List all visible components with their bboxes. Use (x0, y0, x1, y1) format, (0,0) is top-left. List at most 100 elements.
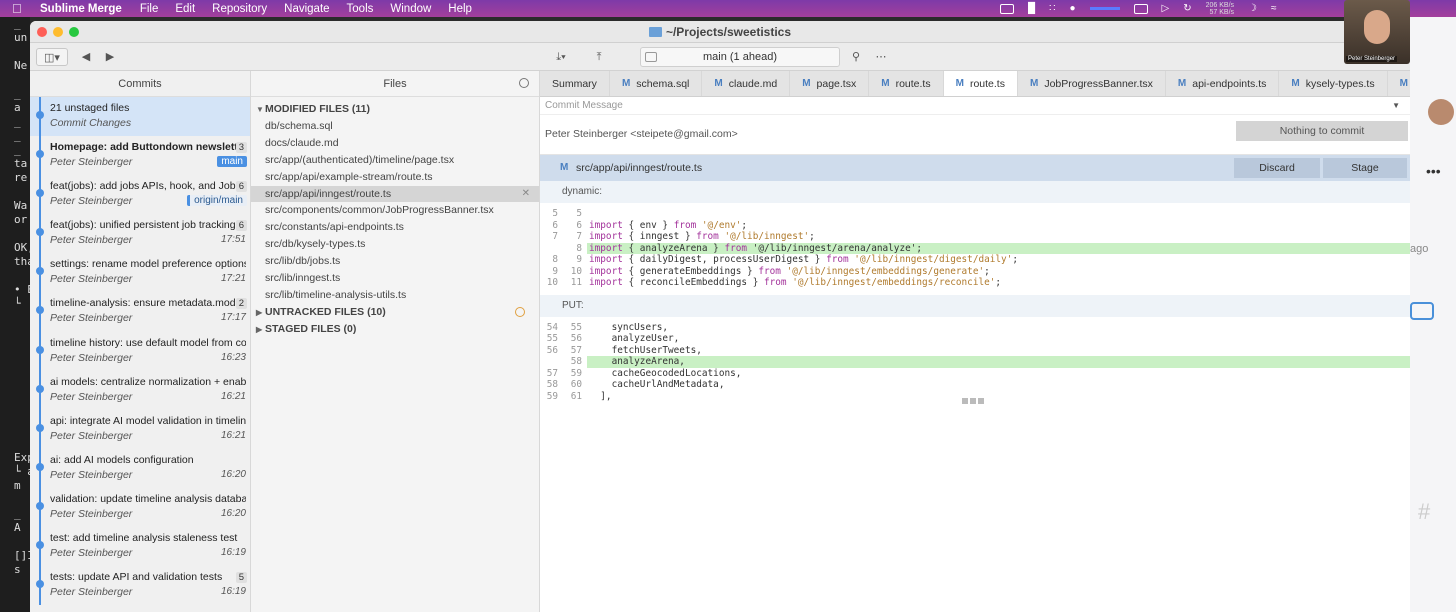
commit-row[interactable]: timeline history: use default model from… (30, 331, 250, 371)
pull-button[interactable]: ⤓▾ (550, 48, 572, 66)
file-row[interactable]: src/lib/db/jobs.ts (251, 253, 539, 270)
commit-row[interactable]: feat(jobs): add jobs APIs, hook, and Job… (30, 175, 250, 215)
menu-window[interactable]: Window (390, 3, 431, 15)
file-path: src/app/(authenticated)/timeline/page.ts… (265, 153, 455, 166)
dot-icon[interactable]: ● (1069, 3, 1075, 14)
more-options-icon[interactable]: ⋯ (872, 48, 890, 66)
refresh-icon[interactable]: ↻ (1183, 3, 1191, 14)
code-text: ], (589, 391, 611, 403)
commit-row[interactable]: api: integrate AI model validation in ti… (30, 409, 250, 449)
commit-message: test: add timeline analysis staleness te… (50, 532, 238, 545)
tab-schema-sql[interactable]: Mschema.sql (610, 71, 703, 96)
untracked-files-header[interactable]: ▶ UNTRACKED FILES (10) (251, 304, 539, 321)
menu-app-name[interactable]: Sublime Merge (40, 3, 122, 15)
commit-row[interactable]: settings: rename model preference option… (30, 253, 250, 293)
commit-row[interactable]: ai: add AI models configuration Peter Ste… (30, 448, 250, 488)
tab-kysely-types-ts[interactable]: Mkysely-types.ts (1279, 71, 1388, 96)
commit-row[interactable]: validation: update timeline analysis dat… (30, 487, 250, 528)
wifi-icon[interactable]: ≈ (1271, 3, 1277, 14)
file-row[interactable]: src/app/api/example-stream/route.ts (251, 169, 539, 186)
sublime-merge-window: ~/Projects/sweetistics ◫▾ ◀ ▶ ⤓▾ ⤒ main … (30, 21, 1410, 612)
screen-mirror-icon[interactable] (1000, 3, 1014, 14)
modified-marker: M (955, 78, 964, 89)
commit-message-input[interactable]: Commit Message ▼ (540, 97, 1410, 115)
tab-jobprogressbanner-tsx[interactable]: M JobProgressBanner.tsx (1018, 71, 1166, 96)
commit-row[interactable]: tests: update API and validation tests Pe… (30, 566, 250, 606)
branch-badge[interactable]: origin/main (187, 195, 247, 207)
discard-button[interactable]: Discard (1234, 158, 1320, 178)
background-window-right: ••• ago # (1410, 17, 1456, 612)
moon-icon[interactable]: ☽ (1248, 3, 1257, 14)
toggle-sidebar-button[interactable]: ◫▾ (36, 48, 68, 66)
commit-row[interactable]: Homepage: add Buttondown newsletter Peter… (30, 136, 250, 176)
push-button[interactable]: ⤒ (590, 48, 608, 66)
tab-claude-md[interactable]: Mclaude.md (702, 71, 791, 96)
code-token: { dailyDigest, processUserDigest } (622, 254, 827, 265)
menu-file[interactable]: File (140, 3, 159, 15)
tab-summary[interactable]: Summary (540, 71, 610, 96)
grid-icon[interactable]: ∷ (1049, 3, 1055, 14)
tab-label: route.ts (895, 78, 931, 90)
terminal-line: └ (14, 297, 21, 310)
commit-node-icon (36, 580, 44, 589)
code-text: analyzeUser, (589, 333, 680, 345)
tab-api-endpoints-ts[interactable]: Mapi-endpoints.ts (1166, 71, 1280, 96)
file-row[interactable]: docs/claude.md (251, 135, 539, 152)
file-row[interactable]: src/components/common/JobProgressBanner.… (251, 202, 539, 219)
commit-row[interactable]: feat(jobs): unified persistent job track… (30, 214, 250, 254)
branch-selector[interactable]: main (1 ahead) (640, 47, 840, 67)
stats-icon[interactable]: █ (1028, 3, 1035, 14)
file-row[interactable]: src/lib/timeline-analysis-utils.ts (251, 287, 539, 304)
files-panel: Files ▼ MODIFIED FILES (11) db/schema.sql… (251, 71, 540, 612)
old-line-number: 6 (552, 219, 558, 231)
old-line-number: 59 (546, 390, 558, 402)
search-icon[interactable] (519, 78, 529, 88)
search-icon[interactable]: ⚲ (847, 48, 865, 66)
commit-row[interactable]: 21 unstaged files Commit Changes (30, 97, 250, 137)
apple-icon[interactable]:  (12, 1, 26, 16)
commit-row[interactable]: ai models: centralize normalization + en… (30, 370, 250, 410)
menu-navigate[interactable]: Navigate (284, 3, 329, 15)
commit-node-icon (36, 345, 44, 354)
commit-list: 21 unstaged files Commit Changes Homepage:… (30, 97, 250, 606)
file-row[interactable]: src/constants/api-endpoints.ts (251, 219, 539, 236)
menu-edit[interactable]: Edit (175, 3, 195, 15)
chevron-down-icon[interactable]: ▼ (1392, 97, 1400, 115)
new-line-number: 5 (576, 208, 582, 219)
commit-row[interactable]: test: add timeline analysis staleness te… (30, 527, 250, 567)
files-header-label: Files (383, 78, 407, 90)
file-row[interactable]: db/schema.sql (251, 118, 539, 135)
file-row[interactable]: src/app/api/inngest/route.ts ✕ (251, 185, 539, 203)
commit-row[interactable]: timeline-analysis: ensure metadata.model… (30, 292, 250, 332)
menu-tools[interactable]: Tools (347, 3, 374, 15)
terminal-line: or (14, 213, 28, 226)
close-icon[interactable]: ✕ (522, 186, 530, 203)
code-token: '@/lib/inngest/embeddings/generate' (780, 265, 985, 277)
file-row[interactable]: src/lib/inngest.ts (251, 270, 539, 287)
staged-files-header[interactable]: ▶ STAGED FILES (0) (251, 321, 539, 338)
file-row[interactable]: src/db/kysely-types.ts (251, 236, 539, 253)
expand-context-icon[interactable] (962, 398, 984, 404)
play-icon[interactable]: ▷ (1162, 3, 1170, 14)
tab-route-ts[interactable]: Mroute.ts (943, 71, 1018, 96)
battery-icon[interactable] (1133, 3, 1148, 14)
commit-time: 16:19 (220, 547, 246, 559)
commit-message: tests: update API and validation tests (50, 571, 223, 584)
tab-page-tsx[interactable]: Mpage.tsx (790, 71, 870, 96)
code-text: import { dailyDigest, processUserDigest … (589, 254, 1018, 266)
forward-button[interactable]: ▶ (102, 48, 118, 66)
modified-files-header[interactable]: ▼ MODIFIED FILES (11) (251, 101, 539, 118)
code-token: ; (809, 231, 815, 242)
menu-repository[interactable]: Repository (212, 3, 267, 15)
code-text: import { generateEmbeddings } from '@/li… (589, 266, 990, 278)
tab-job[interactable]: Mjob (1388, 71, 1410, 96)
branch-badge[interactable]: main (217, 156, 247, 168)
menu-help[interactable]: Help (448, 3, 472, 15)
stage-button[interactable]: Stage (1323, 158, 1407, 178)
window-title-text: ~/Projects/sweetistics (665, 25, 792, 39)
tab-route-ts[interactable]: Mroute.ts (869, 71, 944, 96)
file-row[interactable]: src/app/(authenticated)/timeline/page.ts… (251, 152, 539, 169)
back-button[interactable]: ◀ (78, 48, 94, 66)
commit-button[interactable]: Nothing to commit (1236, 121, 1408, 141)
